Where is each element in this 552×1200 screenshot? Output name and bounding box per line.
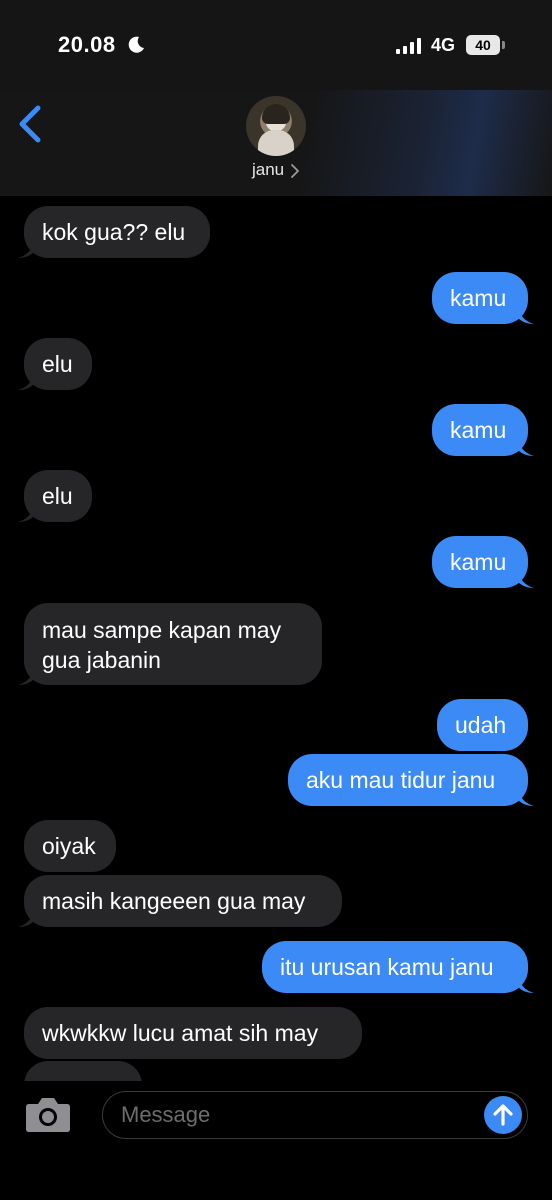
message-text: itu urusan kamu janu [280, 954, 494, 980]
moon-icon [128, 36, 144, 53]
message-text: oiyak [42, 833, 96, 859]
message-bubble-received[interactable]: wkwkkw lucu amat sih may [24, 1007, 362, 1059]
message-text: kamu [450, 549, 507, 575]
camera-icon[interactable] [25, 1095, 71, 1133]
conversation-header: janu [0, 90, 552, 196]
message-composer [0, 1081, 552, 1200]
back-chevron-icon[interactable] [16, 102, 44, 146]
message-text: elu [42, 483, 73, 509]
message-bubble-sent[interactable]: itu urusan kamu janu [262, 941, 534, 993]
signal-icon [396, 38, 421, 54]
message-bubble-received[interactable]: mau sampe kapan may gua jabanin [18, 603, 322, 685]
bubble-tail [518, 975, 534, 993]
bubble-tail [518, 788, 534, 806]
avatar-body [258, 130, 294, 156]
message-bubble-sent[interactable]: kamu [432, 404, 534, 456]
status-bar: 20.08 4G 40 [0, 0, 552, 90]
bubble-tail [18, 667, 34, 685]
network-type: 4G [431, 35, 456, 55]
message-bubble-received[interactable]: elu [18, 338, 92, 390]
battery-tip [502, 41, 505, 49]
bubble-tail [18, 504, 34, 522]
message-text: udah [455, 712, 507, 738]
message-bubble-received[interactable]: oiyak [24, 820, 116, 872]
avatar-hair [262, 104, 290, 124]
bubble-tail [18, 240, 34, 258]
battery-icon: 40 [466, 35, 500, 55]
status-time: 20.08 [58, 32, 116, 57]
bubble-tail [518, 438, 534, 456]
message-text-line: gua jabanin [42, 647, 161, 673]
message-text: kamu [450, 417, 507, 443]
message-bubble-received[interactable]: masih kangeeen gua may [18, 875, 342, 927]
message-text-line: mau sampe kapan may [42, 617, 282, 643]
contact-avatar[interactable] [246, 96, 306, 156]
message-text: kamu [450, 285, 507, 311]
message-text: wkwkkw lucu amat sih may [42, 1020, 319, 1046]
message-text: elu [42, 351, 73, 377]
message-bubble-sent[interactable]: kamu [432, 272, 534, 324]
send-button[interactable] [484, 1096, 522, 1134]
message-bubble-sent[interactable]: udah [437, 699, 528, 751]
message-input[interactable] [102, 1091, 528, 1139]
bubble-tail [518, 306, 534, 324]
message-bubble-sent[interactable]: kamu [432, 536, 534, 588]
contact-name[interactable]: janu [252, 160, 284, 180]
bubble-tail [18, 909, 34, 927]
message-text: kok gua?? elu [42, 219, 186, 245]
bubble-tail [18, 372, 34, 390]
message-text: aku mau tidur janu [306, 767, 496, 793]
message-bubble-received[interactable]: kok gua?? elu [18, 206, 210, 258]
message-text: masih kangeeen gua may [42, 888, 306, 914]
bubble-tail [518, 570, 534, 588]
chevron-right-icon[interactable] [291, 164, 299, 178]
message-bubble-received[interactable]: elu [18, 470, 92, 522]
arrow-up-icon [493, 1104, 513, 1126]
message-bubble-sent[interactable]: aku mau tidur janu [288, 754, 534, 806]
